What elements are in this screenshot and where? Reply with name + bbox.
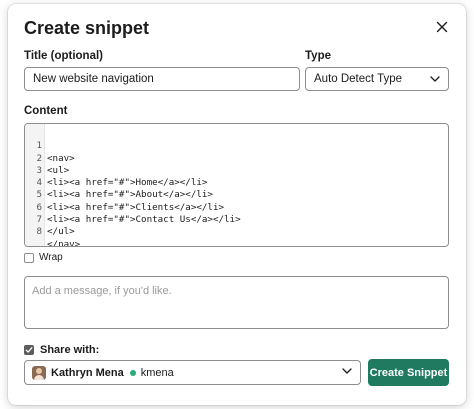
chevron-down-icon [342,368,352,374]
type-select[interactable]: Auto Detect Type [305,67,449,91]
code-text: </nav> [47,238,81,247]
code-text: <li><a href="#">Clients</a></li> [47,201,225,213]
close-icon [436,21,448,33]
chevron-down-icon [430,76,440,82]
avatar [32,365,46,380]
share-recipient-select[interactable]: Kathryn Mena kmena [24,360,361,385]
create-snippet-button[interactable]: Create Snippet [368,359,449,386]
title-input-value: New website navigation [33,73,154,85]
share-label: Share with: [40,344,100,356]
title-field-label: Title (optional) [24,50,104,62]
content-field-label: Content [24,105,68,117]
code-text: <li><a href="#">Contact Us</a></li> [47,214,241,226]
code-line: 3 <li><a href="#">Home</a></li> [25,153,207,188]
title-input[interactable]: New website navigation [24,67,300,91]
code-text: <li><a href="#">Home</a></li> [47,177,208,189]
dialog-title: Create snippet [24,18,150,38]
code-line: 7 </ul> [25,202,74,237]
type-field-label: Type [305,50,331,62]
code-line: 5 <li><a href="#">Clients</a></li> [25,177,224,212]
close-button[interactable] [432,17,452,37]
create-snippet-dialog: Create snippet Title (optional) New webs… [8,4,466,405]
user-name: Kathryn Mena [51,366,124,379]
status-dot [129,369,136,376]
wrap-checkbox[interactable] [24,253,34,263]
message-placeholder: Add a message, if you'd like. [32,285,172,297]
code-line: 8 </nav> [25,214,80,246]
code-line: 2 <ul> [25,140,69,176]
code-line: 1 <nav> [25,128,74,163]
type-select-value: Auto Detect Type [314,73,403,85]
check-icon [25,347,33,353]
line-number: 8 [36,226,42,238]
share-checkbox[interactable] [24,345,34,355]
code-line: 6 <li><a href="#">Contact Us</a></li> [25,190,240,225]
code-text: <li><a href="#">About</a></li> [47,189,213,201]
wrap-label: Wrap [39,252,63,263]
code-line: 4 <li><a href="#">About</a></li> [25,165,213,200]
message-input[interactable]: Add a message, if you'd like. [24,276,449,329]
user-handle: kmena [140,366,174,379]
code-editor[interactable]: 1 <nav> 2 <ul> 3 <li><a href="#">Home</a… [24,123,449,247]
